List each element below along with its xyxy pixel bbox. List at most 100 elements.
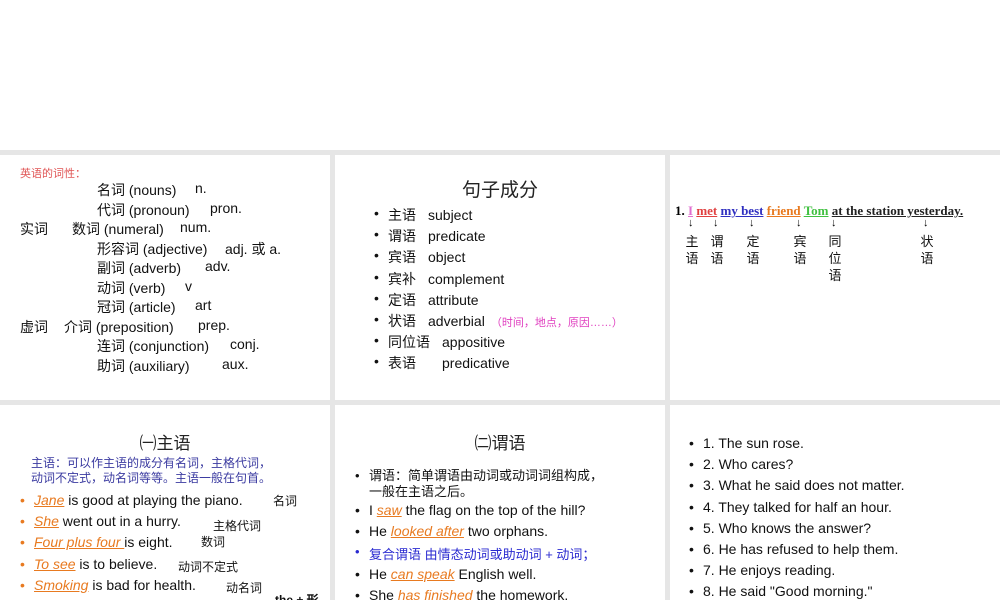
arrow-icon: ↓ (923, 217, 929, 229)
element-cn: 表语 (388, 355, 416, 372)
list-item: I saw the flag on the top of the hill? (353, 502, 603, 523)
pos-item: 代词 (pronoun) (97, 201, 190, 218)
slide-thumbnail-sentence-example[interactable]: 1. I met my best friend Tom at the stati… (670, 155, 1000, 400)
group-label: 虚词 (20, 318, 48, 335)
element-cn: 状语 (388, 312, 416, 329)
pos-abbr: prep. (198, 316, 230, 333)
pos-abbr: aux. (222, 355, 249, 372)
highlight: To see (34, 555, 76, 572)
list-item: 同位语 appositive (372, 332, 623, 353)
arrow-icon: ↓ (749, 217, 755, 229)
slide-thumbnail-parts-of-speech[interactable]: 英语的词性： 名词 (nouns) n. 代词 (pronoun) pron. 实词 数词… (0, 155, 330, 400)
list-item: Smoking is bad for health. 动名词 (18, 576, 262, 598)
list-item: Jane is good at playing the piano. 名词 (18, 492, 297, 513)
arrow-icon: ↓ (831, 217, 837, 229)
text: I (369, 502, 377, 518)
element-note: （时间，地点，原因……） (490, 316, 623, 329)
pos-abbr: art (195, 297, 212, 313)
label-char: 语 (920, 251, 934, 266)
slide-title: ㈡谓语 (474, 434, 526, 453)
word-attribute: my best (720, 203, 764, 218)
pos-item: 助词 (auxiliary) (97, 357, 190, 374)
element-label: 宾语宾语 (793, 233, 807, 267)
text: is to believe. (75, 555, 158, 572)
list-item: 2. Who cares? (687, 456, 905, 477)
cut-note: the + 形 (275, 593, 319, 600)
element-en: attribute (428, 291, 479, 308)
list-item: 宾语 object (372, 247, 623, 268)
highlight: Four plus four (34, 534, 125, 551)
slide-thumbnail-predicate[interactable]: ㈡谓语 谓语：简单谓语由动词或动词词组构成，一般在主语之后。 I saw the… (335, 405, 665, 600)
list-item: She went out in a hurry. 主格代词 (18, 513, 261, 534)
list-item: 7. He enjoys reading. (687, 562, 905, 583)
list-item: To see is to believe. 动词不定式 (18, 556, 243, 577)
element-cn: 定语 (388, 291, 416, 308)
label-char: 同 (828, 234, 842, 249)
pos-abbr: adj. 或 a. (225, 240, 282, 257)
list-item: Four plus four is eight. 数词 (18, 534, 243, 555)
element-cn: 宾语 (388, 249, 416, 266)
list-item: 5. Who knows the answer? (687, 520, 905, 541)
top-blank-area (0, 0, 1000, 150)
element-cn: 谓语 (388, 228, 416, 245)
text: is good at playing the piano. (64, 492, 243, 508)
list-item: 谓语：简单谓语由动词或动词词组构成，一般在主语之后。 (353, 468, 603, 502)
arrow-icon: ↓ (796, 217, 802, 229)
label-char: 状 (920, 234, 934, 249)
text: He (369, 523, 391, 540)
list-item: He can speak English well. (353, 566, 603, 587)
label-char: 主 (685, 234, 699, 249)
highlight: can speak (390, 565, 455, 582)
list-item: 6. He has refused to help them. (687, 541, 905, 562)
element-label: 谓语谓语 (710, 233, 724, 267)
text: is eight. (124, 534, 173, 551)
label-char: 宾 (793, 234, 807, 249)
list-item: 主语 subject (372, 205, 623, 226)
list-item: 状语 adverbial （时间，地点，原因……） (372, 311, 623, 332)
pos-abbr: conj. (230, 336, 260, 352)
pos-item: 连词 (conjunction) (97, 338, 210, 354)
pos-abbr: v (185, 277, 192, 294)
pos-abbr: n. (195, 180, 207, 196)
label-char: 语 (685, 251, 699, 266)
sentence-number: 1. (675, 203, 685, 218)
text: the flag on the top of the hill? (401, 502, 586, 518)
text: He (369, 565, 391, 582)
arrow-icon: ↓ (688, 217, 694, 229)
highlight: Smoking (34, 576, 89, 593)
text: went out in a hurry. (58, 513, 181, 530)
list-item: 4. They talked for half an hour. (687, 499, 905, 520)
slide-thumbnail-subject[interactable]: ㈠主语 主语：可以作主语的成分有名词，主格代词， 动词不定式，动名词等等。主语一… (0, 405, 330, 600)
pos-abbr: num. (180, 219, 212, 235)
note: 动词不定式 (178, 559, 239, 574)
word-appositive: Tom (803, 203, 829, 218)
text: the homework. (472, 586, 569, 600)
text: She (369, 586, 398, 600)
element-label: 状语状语 (920, 233, 934, 267)
pos-abbr: adv. (205, 258, 231, 274)
text: is bad for health. (88, 576, 196, 593)
highlight: saw (376, 502, 402, 518)
highlight: She (34, 513, 59, 530)
group-label: 实词 (20, 221, 48, 237)
note: 主格代词 (213, 519, 262, 534)
text: two orphans. (463, 523, 549, 540)
label-char: 定 (746, 234, 760, 249)
element-en: predicative (442, 355, 510, 372)
pos-abbr: pron. (210, 199, 242, 216)
slide-description-2: 动词不定式，动名词等等。主语一般在句首。 (31, 471, 272, 485)
list-item: She has finished the homework. (353, 587, 603, 600)
pos-item: 名词 (nouns) (97, 182, 177, 198)
word-adverbial: at the station yesterday. (831, 203, 964, 218)
note: 数词 (201, 535, 226, 550)
element-label: 定语定语 (746, 233, 760, 267)
list-item: 定语 attribute (372, 290, 623, 311)
note: 名词 (273, 494, 298, 508)
slide-thumbnail-sentence-elements[interactable]: 句子成分 主语 subject 谓语 predicate 宾语 object 宾补 compl… (335, 155, 665, 400)
slide-thumbnail-exercises[interactable]: 1. The sun rose.2. Who cares?3. What he … (670, 405, 1000, 600)
desc-line-2: 一般在主语之后。 (369, 484, 474, 499)
highlight: looked after (390, 523, 464, 540)
pos-item: 介词 (preposition) (64, 318, 174, 335)
highlight: Jane (34, 492, 65, 508)
pos-item: 形容词 (adjective) (97, 240, 208, 257)
